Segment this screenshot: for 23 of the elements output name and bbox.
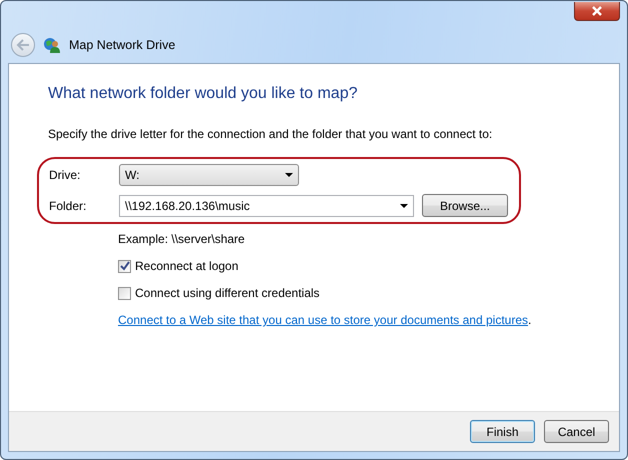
folder-combo-box[interactable]: \\192.168.20.136\music (119, 194, 414, 217)
folder-label: Folder: (49, 198, 88, 215)
back-arrow-icon (16, 39, 30, 51)
window-title: Map Network Drive (69, 36, 176, 54)
close-button[interactable] (574, 2, 620, 21)
network-drive-icon (43, 36, 61, 54)
drive-dropdown[interactable]: W: (119, 164, 299, 186)
dropdown-arrow-icon (400, 204, 408, 208)
browse-button[interactable]: Browse... (422, 194, 508, 218)
web-site-link[interactable]: Connect to a Web site that you can use to store your documents and pictures (118, 313, 528, 328)
dialog-button[interactable]: Cancel (544, 420, 609, 443)
checkbox-label[interactable]: Connect using different credentials (135, 284, 320, 302)
checkbox[interactable] (118, 286, 131, 300)
drive-label: Drive: (49, 167, 82, 184)
instruction-text: Specify the drive letter for the connection and the folder that you want to connect to: (48, 126, 494, 144)
checkbox-label[interactable]: Reconnect at logon (135, 257, 238, 276)
dialog-button[interactable]: Finish (470, 420, 535, 443)
page-heading: What network folder would you like to map? (48, 84, 358, 104)
checkbox[interactable] (118, 260, 131, 273)
link-sentence: Connect to a Web site that you can use to store your documents and pictures. (118, 312, 532, 330)
close-icon (590, 6, 604, 16)
example-text: Example: \\server\share (118, 231, 246, 248)
dropdown-arrow-icon (285, 173, 293, 178)
